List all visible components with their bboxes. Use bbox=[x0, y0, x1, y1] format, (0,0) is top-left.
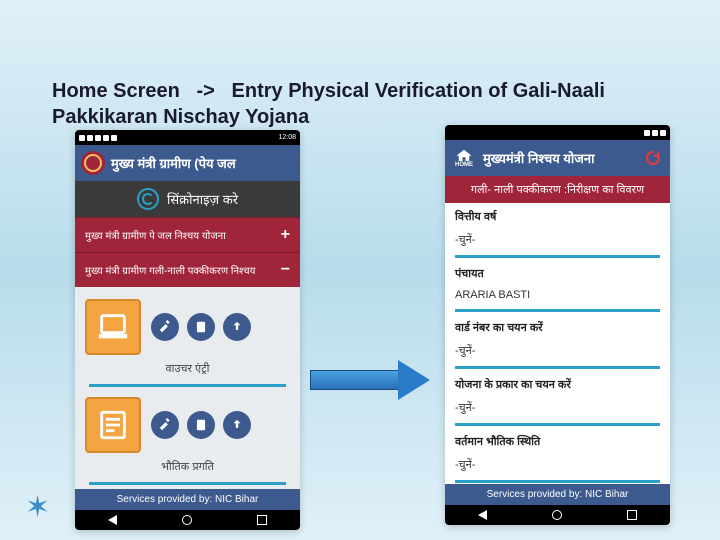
recent-icon[interactable] bbox=[257, 515, 267, 525]
app-header: मुख्य मंत्री ग्रामीण (पेय जल bbox=[75, 145, 300, 181]
expand-icon: + bbox=[281, 226, 290, 244]
home-icon[interactable] bbox=[552, 510, 562, 520]
sync-icon bbox=[137, 188, 159, 210]
house-icon bbox=[455, 148, 473, 162]
star-bullet-icon: ✶ bbox=[25, 490, 50, 525]
action-list-icon[interactable] bbox=[187, 411, 215, 439]
field-label: योजना के प्रकार का चयन करें bbox=[455, 377, 660, 392]
entry-form-phone: HOME मुख्यमंत्री निश्चय योजना गली- नाली … bbox=[445, 125, 670, 525]
field-physical-status[interactable]: वर्तमान भौतिक स्थिति -चुनें- bbox=[445, 428, 670, 485]
field-scheme-type[interactable]: योजना के प्रकार का चयन करें -चुनें- bbox=[445, 371, 670, 428]
footer-bar: Services provided by: NIC Bihar bbox=[75, 489, 300, 510]
home-button[interactable]: HOME bbox=[451, 145, 477, 171]
field-value: -चुनें- bbox=[455, 394, 660, 426]
android-nav bbox=[445, 505, 670, 525]
field-value: -चुनें- bbox=[455, 226, 660, 258]
field-value: -चुनें- bbox=[455, 337, 660, 369]
home-caption: HOME bbox=[455, 162, 473, 168]
page-title: Home Screen -> Entry Physical Verificati… bbox=[52, 78, 680, 130]
field-label: वार्ड नंबर का चयन करें bbox=[455, 320, 660, 335]
field-panchayat[interactable]: पंचायत ARARIA BASTI bbox=[445, 260, 670, 314]
refresh-button[interactable] bbox=[642, 147, 664, 169]
tile-row-voucher bbox=[81, 293, 294, 365]
action-upload-icon[interactable] bbox=[223, 411, 251, 439]
tile-label-progress: भौतिक प्रगति bbox=[89, 459, 286, 485]
recent-icon[interactable] bbox=[627, 510, 637, 520]
home-screen-phone: 12:08 मुख्य मंत्री ग्रामीण (पेय जल सिंक्… bbox=[75, 130, 300, 530]
tile-row-progress bbox=[81, 391, 294, 463]
footer-bar: Services provided by: NIC Bihar bbox=[445, 484, 670, 505]
menu-item-pey-jal[interactable]: मुख्य मंत्री ग्रामीण पे जल निश्चय योजना … bbox=[75, 217, 300, 252]
field-financial-year[interactable]: वित्तीय वर्ष -चुनें- bbox=[445, 203, 670, 260]
status-bar: 12:08 bbox=[75, 130, 300, 145]
back-icon[interactable] bbox=[478, 510, 487, 520]
action-edit-icon[interactable] bbox=[151, 313, 179, 341]
voucher-tile-icon[interactable] bbox=[85, 299, 141, 355]
report-icon bbox=[96, 408, 130, 442]
field-label: पंचायत bbox=[455, 266, 660, 281]
status-icons-right bbox=[644, 130, 666, 136]
sync-label: सिंक्रोनाइज़ करे bbox=[167, 190, 238, 208]
field-ward-number[interactable]: वार्ड नंबर का चयन करें -चुनें- bbox=[445, 314, 670, 371]
app-title: मुख्य मंत्री ग्रामीण (पेय जल bbox=[111, 154, 236, 172]
arrow-stem bbox=[310, 370, 400, 390]
menu-label: मुख्य मंत्री ग्रामीण पे जल निश्चय योजना bbox=[85, 228, 226, 242]
arrow-head-icon bbox=[398, 360, 430, 400]
sync-button[interactable]: सिंक्रोनाइज़ करे bbox=[75, 181, 300, 217]
back-icon[interactable] bbox=[108, 515, 117, 525]
menu-label: मुख्य मंत्री ग्रामीण गली-नाली पक्कीकरण न… bbox=[85, 263, 255, 277]
field-value: ARARIA BASTI bbox=[455, 283, 660, 312]
android-nav bbox=[75, 510, 300, 530]
field-label: वर्तमान भौतिक स्थिति bbox=[455, 434, 660, 449]
emblem-icon bbox=[81, 151, 105, 175]
action-list-icon[interactable] bbox=[187, 313, 215, 341]
refresh-icon bbox=[644, 149, 662, 167]
laptop-icon bbox=[96, 310, 130, 344]
progress-tile-icon[interactable] bbox=[85, 397, 141, 453]
submenu-panel: वाउचर एंट्री भौतिक प्रगति bbox=[75, 287, 300, 495]
action-edit-icon[interactable] bbox=[151, 411, 179, 439]
app-header: HOME मुख्यमंत्री निश्चय योजना bbox=[445, 140, 670, 176]
tile-label-voucher: वाउचर एंट्री bbox=[89, 361, 286, 387]
form-sub-header: गली- नाली पक्कीकरण :निरीक्षण का विवरण bbox=[445, 176, 670, 203]
home-icon[interactable] bbox=[182, 515, 192, 525]
collapse-icon: − bbox=[281, 261, 290, 279]
status-time: 12:08 bbox=[278, 134, 296, 141]
app-title: मुख्यमंत्री निश्चय योजना bbox=[483, 149, 595, 167]
field-label: वित्तीय वर्ष bbox=[455, 209, 660, 224]
status-icons-left bbox=[79, 135, 117, 141]
flow-arrow bbox=[310, 360, 440, 400]
status-bar bbox=[445, 125, 670, 140]
menu-item-gali-naali[interactable]: मुख्य मंत्री ग्रामीण गली-नाली पक्कीकरण न… bbox=[75, 252, 300, 287]
field-value: -चुनें- bbox=[455, 451, 660, 483]
action-upload-icon[interactable] bbox=[223, 313, 251, 341]
